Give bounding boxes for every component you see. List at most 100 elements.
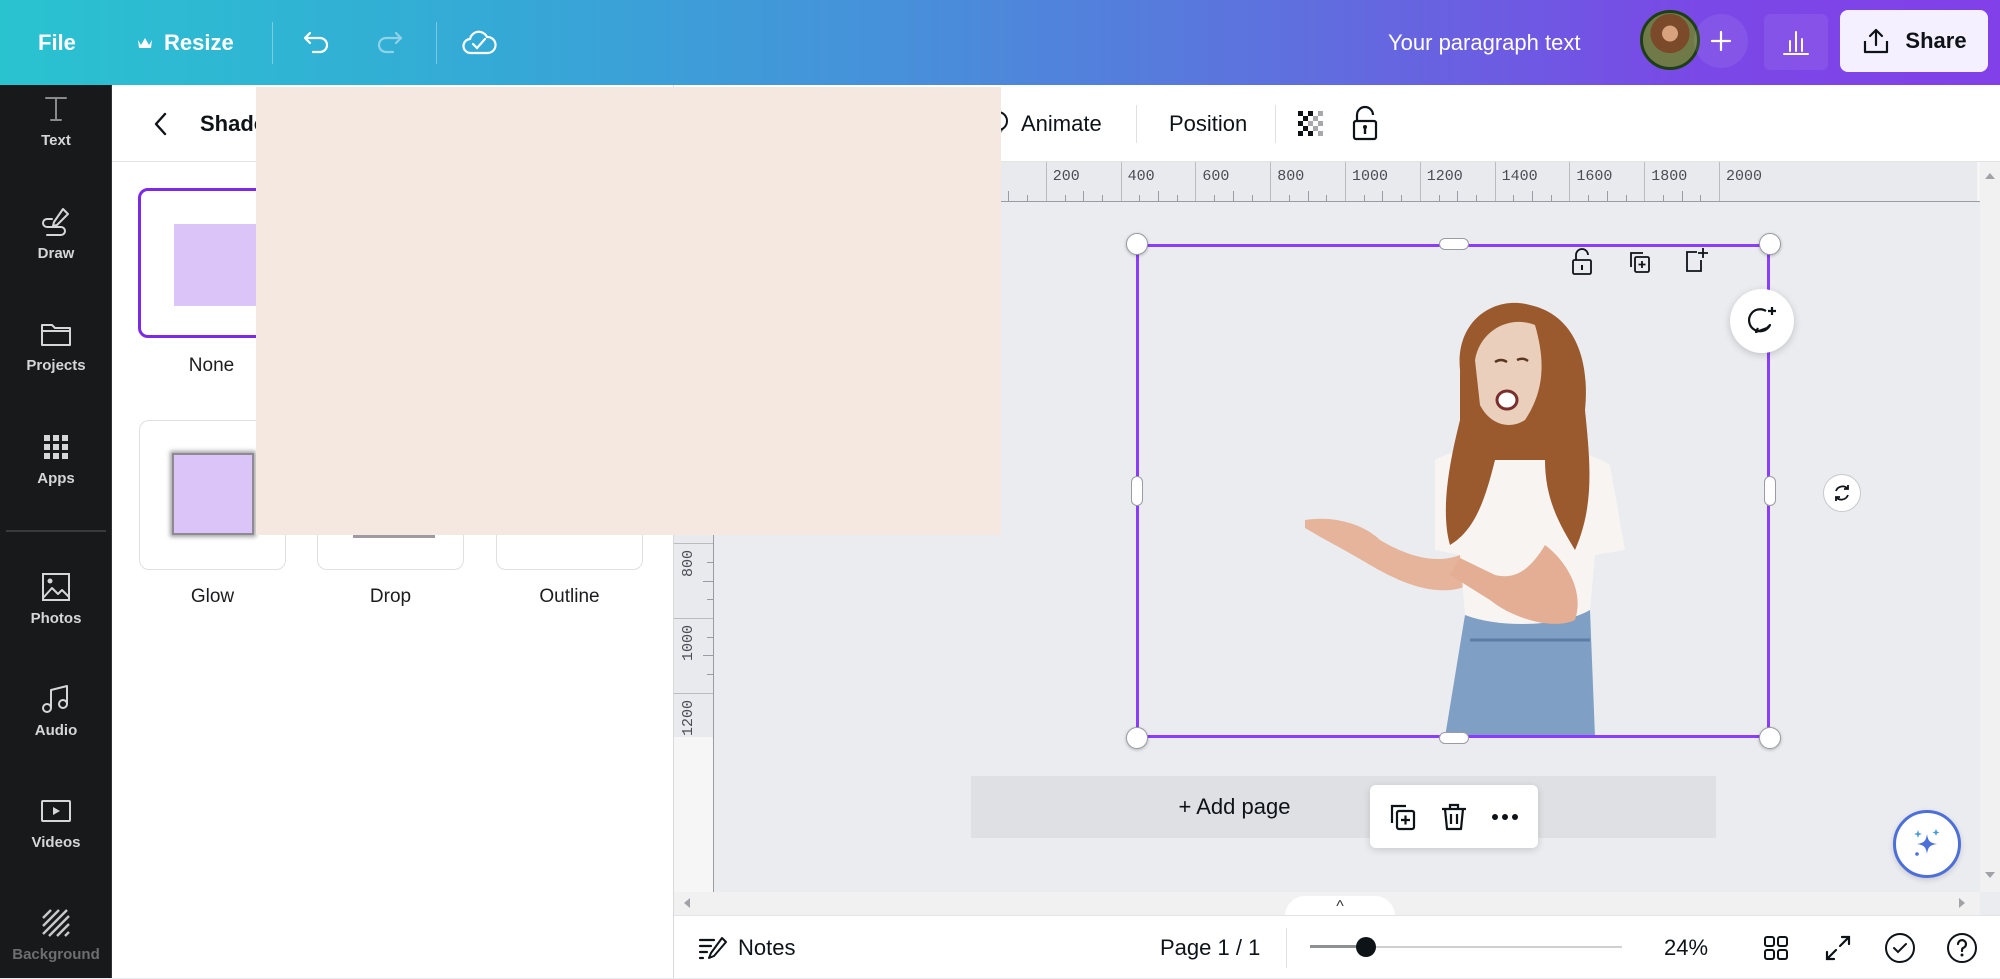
vertical-scrollbar[interactable] xyxy=(1980,162,2000,892)
ruler-minor-tick xyxy=(1232,191,1234,201)
add-page-label: + Add page xyxy=(1178,794,1291,819)
add-collaborator-button[interactable] xyxy=(1694,14,1748,68)
resize-handle-top-right[interactable] xyxy=(1759,233,1781,255)
ruler-minor-tick xyxy=(703,655,713,657)
resize-handle-top-left[interactable] xyxy=(1126,233,1148,255)
sidebar-item-draw[interactable]: Draw xyxy=(0,188,112,278)
add-comment-icon xyxy=(1747,307,1776,334)
sidebar-item-audio[interactable]: Audio xyxy=(0,665,112,755)
add-page-bar[interactable]: + Add page xyxy=(971,776,1716,838)
resize-handle-bottom-left[interactable] xyxy=(1126,727,1148,749)
upload-icon xyxy=(1864,28,1889,54)
divider xyxy=(1286,928,1287,968)
sidebar-item-label: Photos xyxy=(30,609,82,627)
shadow-option-label: Outline xyxy=(539,586,600,607)
scroll-up-arrow[interactable] xyxy=(1985,173,1995,179)
ruler-minor-tick xyxy=(1681,191,1683,201)
ruler-tick-label: 200 xyxy=(1045,162,1080,201)
apps-grid-icon xyxy=(44,434,68,459)
scroll-right-arrow[interactable] xyxy=(1959,898,1965,908)
sidebar-item-apps[interactable]: Apps xyxy=(0,413,112,503)
design-title[interactable]: Your paragraph text xyxy=(1388,0,1580,85)
save-status-button[interactable] xyxy=(460,24,498,62)
ruler-minor-tick xyxy=(1101,195,1103,201)
duplicate-icon xyxy=(1630,252,1650,273)
check-button[interactable] xyxy=(1880,928,1920,968)
add-page-button[interactable] xyxy=(1680,244,1712,276)
transparency-button[interactable] xyxy=(1294,107,1328,141)
undo-button[interactable] xyxy=(298,24,336,62)
sidebar-item-label: Background xyxy=(12,945,100,963)
avatar[interactable] xyxy=(1640,10,1700,70)
chevron-left-icon xyxy=(154,112,167,136)
share-label: Share xyxy=(1905,28,1967,53)
grid-view-button[interactable] xyxy=(1756,928,1796,968)
position-button[interactable]: Position xyxy=(1156,99,1260,148)
page-lock-button[interactable] xyxy=(1566,246,1598,278)
scroll-down-arrow[interactable] xyxy=(1985,872,1995,878)
ruler-minor-tick xyxy=(1064,195,1066,201)
ruler-minor-tick xyxy=(1139,195,1141,201)
left-sidebar: Text Draw Projects Apps Photos Audio Vid… xyxy=(0,85,112,978)
sidebar-item-label: Projects xyxy=(26,356,86,374)
page-indicator[interactable]: Page 1 / 1 xyxy=(1160,916,1260,979)
ruler-minor-tick xyxy=(707,599,713,601)
sidebar-item-label: Apps xyxy=(37,469,75,487)
sidebar-item-background[interactable]: Background xyxy=(0,889,112,979)
help-button[interactable] xyxy=(1942,928,1982,968)
notes-button[interactable]: Notes xyxy=(698,916,795,979)
duplicate-icon xyxy=(1391,804,1416,830)
resize-button[interactable]: Resize xyxy=(136,0,234,85)
insights-button[interactable] xyxy=(1764,14,1828,70)
fullscreen-icon xyxy=(1825,935,1851,961)
ruler-minor-tick xyxy=(1363,195,1365,201)
help-icon xyxy=(1947,933,1977,963)
resize-handle-bottom-right[interactable] xyxy=(1759,727,1781,749)
delete-button[interactable] xyxy=(1438,801,1470,833)
duplicate-page-button[interactable] xyxy=(1624,246,1656,278)
fullscreen-button[interactable] xyxy=(1818,928,1858,968)
resize-handle-top[interactable] xyxy=(1439,238,1469,250)
resize-handle-bottom[interactable] xyxy=(1439,732,1469,744)
add-page-icon xyxy=(1686,248,1708,272)
file-menu[interactable]: File xyxy=(38,0,76,85)
sidebar-item-videos[interactable]: Videos xyxy=(0,777,112,867)
folder-icon xyxy=(41,323,71,346)
ruler-minor-tick xyxy=(1326,195,1328,201)
resize-handle-right[interactable] xyxy=(1764,476,1776,506)
ruler-minor-tick xyxy=(1008,191,1010,201)
sidebar-item-projects[interactable]: Projects xyxy=(0,300,112,390)
unlock-icon xyxy=(1572,248,1592,275)
ruler-minor-tick xyxy=(1307,191,1309,201)
back-button[interactable] xyxy=(142,105,180,143)
more-options-button[interactable] xyxy=(1489,801,1521,833)
cloud-check-icon xyxy=(462,30,497,55)
sidebar-item-text[interactable]: Text xyxy=(0,75,112,165)
divider xyxy=(1275,105,1276,143)
sidebar-item-label: Text xyxy=(41,131,71,149)
trash-icon xyxy=(1441,803,1466,830)
ruler-minor-tick xyxy=(1700,195,1702,201)
notes-label: Notes xyxy=(738,934,796,960)
sidebar-item-photos[interactable]: Photos xyxy=(0,553,112,643)
ruler-minor-tick xyxy=(1251,195,1253,201)
ruler-minor-tick xyxy=(1438,195,1440,201)
lock-button[interactable] xyxy=(1348,105,1382,143)
rotate-handle[interactable] xyxy=(1823,474,1861,512)
share-button[interactable]: Share xyxy=(1840,10,1988,72)
zoom-slider[interactable] xyxy=(1310,937,1622,957)
ruler-minor-tick xyxy=(1625,195,1627,201)
background-stripes-icon xyxy=(42,908,70,937)
animate-label: Animate xyxy=(1021,110,1102,136)
scroll-left-arrow[interactable] xyxy=(684,898,690,908)
zoom-percentage[interactable]: 24% xyxy=(1664,916,1708,979)
ruler-minor-tick xyxy=(707,674,713,676)
add-comment-button[interactable] xyxy=(1730,289,1794,353)
transparency-checker-icon xyxy=(1298,111,1323,136)
shadow-preview xyxy=(174,224,256,306)
resize-handle-left[interactable] xyxy=(1131,476,1143,506)
magic-assistant-button[interactable] xyxy=(1893,810,1961,878)
redo-button[interactable] xyxy=(370,24,408,62)
duplicate-button[interactable] xyxy=(1387,801,1419,833)
design-page[interactable] xyxy=(256,87,1001,535)
